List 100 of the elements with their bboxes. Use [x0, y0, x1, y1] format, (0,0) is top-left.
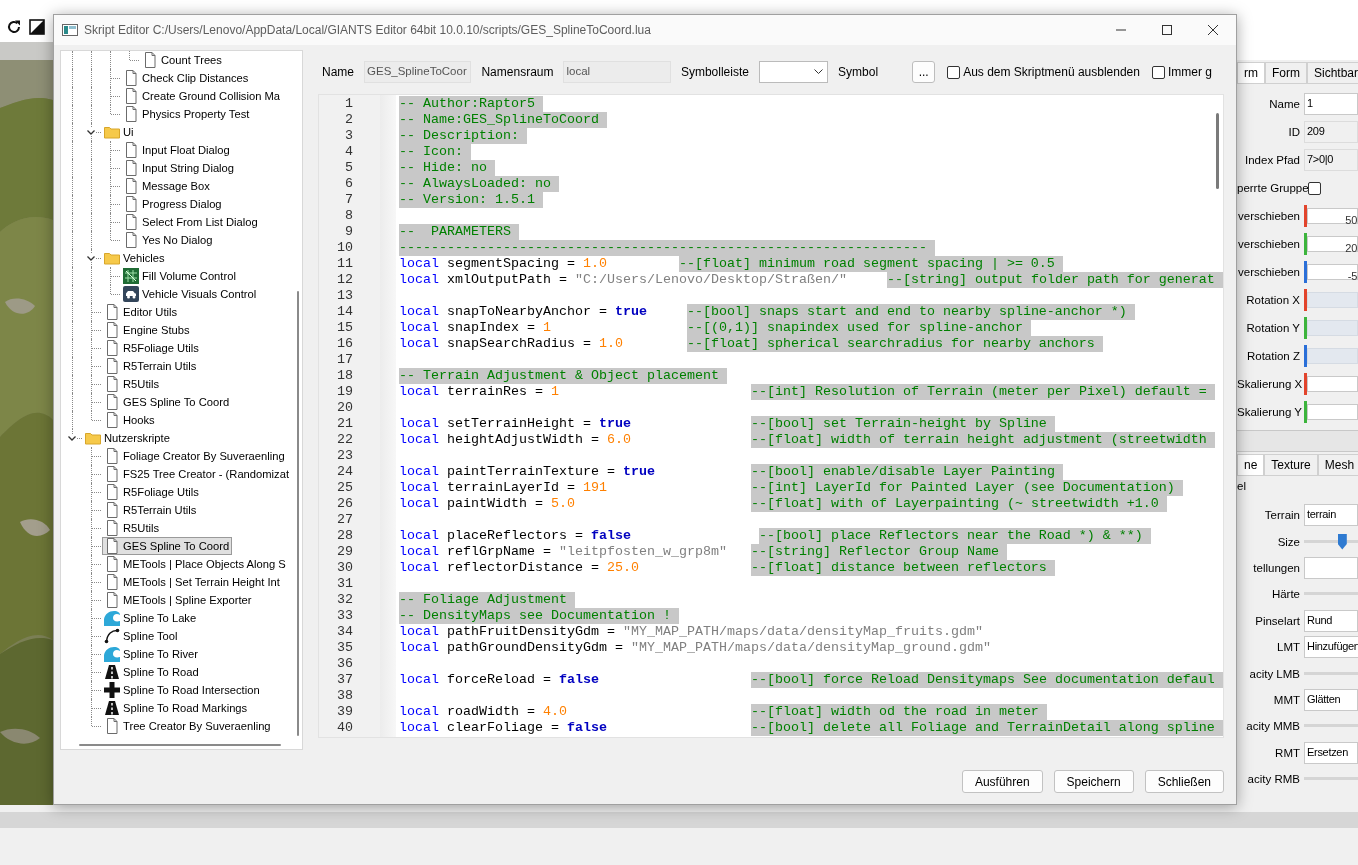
tree-item[interactable]: Fill Volume Control — [121, 267, 239, 285]
tab[interactable]: Form — [1265, 62, 1307, 83]
tree-item[interactable]: Message Box — [121, 177, 213, 195]
tree-item[interactable]: R5Foliage Utils — [102, 339, 202, 357]
tree-item[interactable]: Check Clip Distances — [121, 69, 252, 87]
tree-item[interactable]: METools | Set Terrain Height Int — [102, 573, 283, 591]
expand-icon[interactable] — [29, 19, 45, 35]
tree-item[interactable]: Nutzerskripte — [83, 429, 173, 447]
tree-item[interactable]: Editor Utils — [102, 303, 181, 321]
tree-item[interactable]: Engine Stubs — [102, 321, 193, 339]
tree-item[interactable]: Spline To Road — [102, 663, 202, 681]
code-editor[interactable] — [318, 94, 1224, 738]
dropdown[interactable]: Rund — [1304, 609, 1358, 632]
field-label: Name — [322, 65, 354, 79]
maximize-icon[interactable] — [1162, 25, 1172, 35]
chevron-icon[interactable] — [86, 254, 96, 262]
tab[interactable]: rm — [1237, 62, 1265, 83]
code-line: local paintWidth = 5.0 --[float] with of Layerpainting (~ streetwidth +1.0 — [399, 496, 1167, 512]
line-number: 11 — [336, 256, 354, 272]
line-number: 26 — [336, 496, 354, 512]
tree-item[interactable]: R5Foliage Utils — [102, 483, 202, 501]
checkbox[interactable] — [1151, 65, 1165, 79]
tree-item[interactable]: Create Ground Collision Ma — [121, 87, 284, 105]
tree-item[interactable]: METools | Spline Exporter — [102, 591, 255, 609]
file-icon — [123, 142, 139, 158]
run-button[interactable]: Ausführen — [961, 770, 1043, 793]
tab[interactable]: Mesh — [1317, 454, 1358, 475]
line-number: 21 — [336, 416, 354, 432]
tree-item[interactable]: Vehicle Visuals Control — [121, 285, 260, 303]
file-icon — [104, 484, 120, 500]
number-field[interactable] — [1307, 376, 1358, 392]
text-field[interactable]: 1 — [1304, 93, 1358, 115]
field-label: verschieben — [1237, 266, 1301, 278]
tree-item[interactable]: Count Trees — [140, 51, 225, 69]
number-field[interactable] — [1307, 404, 1358, 420]
line-number: 33 — [336, 608, 354, 624]
tab[interactable]: Texture — [1264, 454, 1318, 475]
tree-item[interactable]: Physics Property Test — [121, 105, 253, 123]
tree-item[interactable]: Input Float Dialog — [121, 141, 233, 159]
dropdown[interactable]: terrain — [1304, 504, 1358, 527]
browse-button[interactable]: ... — [912, 61, 936, 83]
tree-item[interactable]: R5Utils — [102, 519, 163, 537]
line-number: 18 — [336, 368, 354, 384]
file-icon — [104, 502, 120, 518]
scrollbar-thumb[interactable] — [79, 744, 281, 746]
field-label: Pinselart — [1254, 614, 1301, 627]
tree-item[interactable]: GES Spline To Coord — [102, 393, 233, 411]
tree-item[interactable]: Progress Dialog — [121, 195, 225, 213]
tree-item[interactable]: Vehicles — [102, 249, 168, 267]
tree-item[interactable]: R5Utils — [102, 375, 163, 393]
tree-item[interactable]: GES Spline To Coord — [102, 537, 233, 555]
tree-item[interactable]: Input String Dialog — [121, 159, 238, 177]
code-line: local snapToNearbyAnchor = true --[bool] snaps start and end to nearby spline-anchor *) — [399, 304, 1135, 320]
field-label: verschieben — [1237, 238, 1301, 250]
chevron-icon[interactable] — [67, 434, 77, 442]
tab[interactable]: Sichtbar — [1307, 62, 1358, 83]
number-field[interactable]: 50 — [1307, 208, 1358, 224]
tree-item[interactable]: Ui — [102, 123, 137, 141]
refresh-icon[interactable] — [6, 19, 22, 35]
field-label: Skalierung X — [1237, 378, 1304, 390]
text-field[interactable] — [1304, 556, 1358, 579]
code-line: local heightAdjustWidth = 6.0 --[float] width of terrain height adjustment (streetwidth — [399, 432, 1215, 448]
field-label: Name — [1268, 98, 1301, 110]
checkbox[interactable] — [947, 65, 961, 79]
file-icon — [123, 88, 139, 104]
file-icon — [123, 196, 139, 212]
tree-item[interactable]: Spline To Road Intersection — [102, 681, 263, 699]
splitter[interactable] — [1237, 430, 1358, 452]
tree-item[interactable]: Tree Creator By Suveraenling — [102, 717, 274, 735]
tree-item[interactable]: FS25 Tree Creator - (Randomizat — [102, 465, 292, 483]
tree-item[interactable]: Spline To Road Markings — [102, 699, 251, 717]
tree-item[interactable]: Hooks — [102, 411, 158, 429]
code-line: local placeReflectors = false --[bool] place Reflectors near the Road *) & **) — [399, 528, 1151, 544]
save-button[interactable]: Speichern — [1053, 770, 1134, 793]
tree-item[interactable]: R5Terrain Utils — [102, 357, 200, 375]
scrollbar-thumb[interactable] — [1216, 113, 1219, 189]
field-label: ID — [1287, 126, 1301, 138]
field-label: Rotation Z — [1245, 350, 1301, 362]
chevron-icon[interactable] — [86, 128, 96, 136]
number-field[interactable]: 20 — [1307, 236, 1358, 252]
tab[interactable]: ne — [1237, 454, 1265, 475]
road-icon — [104, 664, 120, 680]
scrollbar-thumb[interactable] — [297, 291, 299, 736]
close-button[interactable]: Schließen — [1144, 770, 1224, 793]
tree-item[interactable]: Select From List Dialog — [121, 213, 261, 231]
line-number: 38 — [336, 688, 354, 704]
tree-item[interactable]: Spline To River — [102, 645, 202, 663]
close-icon[interactable] — [1208, 25, 1218, 35]
slider-thumb[interactable] — [1337, 533, 1347, 550]
tree-item[interactable]: Spline Tool — [102, 627, 181, 645]
dropdown[interactable]: Ersetzen — [1304, 741, 1358, 764]
number-field[interactable]: -5 — [1307, 264, 1358, 280]
tree-item[interactable]: R5Terrain Utils — [102, 501, 200, 519]
dropdown[interactable] — [758, 61, 829, 83]
dropdown[interactable]: Glätten — [1304, 688, 1358, 711]
tree-item[interactable]: Yes No Dialog — [121, 231, 216, 249]
tree-item[interactable]: METools | Place Objects Along S — [102, 555, 289, 573]
checkbox[interactable] — [1308, 181, 1321, 195]
tree-item[interactable]: Spline To Lake — [102, 609, 200, 627]
tree-item[interactable]: Foliage Creator By Suveraenling — [102, 447, 288, 465]
